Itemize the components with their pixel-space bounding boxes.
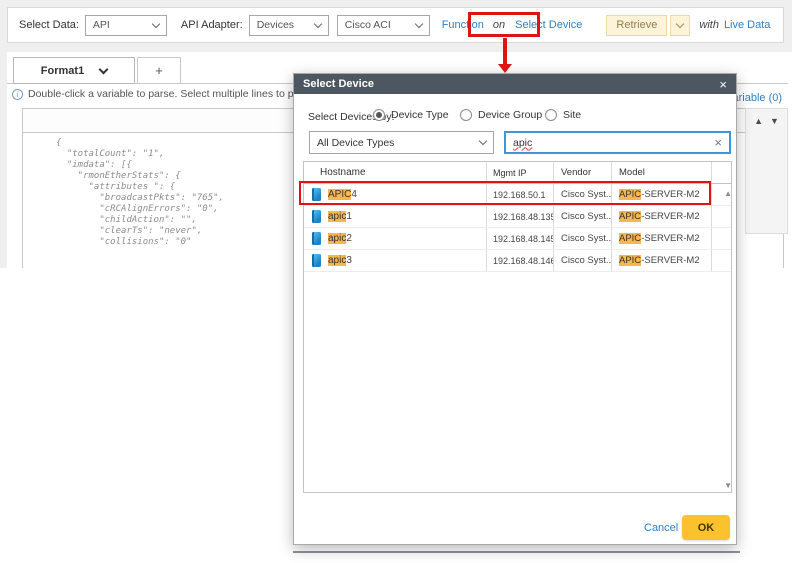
scroll-up-icon[interactable]: ▲	[724, 189, 732, 198]
device-row[interactable]: apic3 192.168.48.146 Cisco Syst... APIC-…	[304, 250, 731, 272]
sort-up-icon[interactable]: ▲	[754, 117, 763, 233]
horizontal-scrollbar-track[interactable]	[293, 551, 740, 553]
column-header-model[interactable]: Model	[612, 162, 712, 183]
select-data-label: Select Data:	[19, 19, 79, 31]
format1-tab-label: Format1	[41, 65, 84, 77]
device-type-filter-dropdown[interactable]: All Device Types	[309, 131, 494, 154]
scroll-down-icon[interactable]: ▼	[724, 481, 732, 490]
annotation-arrow-head-icon	[498, 64, 512, 73]
chevron-down-icon	[152, 19, 160, 27]
model-cell: APIC-SERVER-M2	[612, 206, 712, 227]
mgmt-ip-cell: 192.168.48.146	[487, 250, 554, 271]
hostname-cell: apic2	[328, 233, 352, 244]
radio-device-type-label: Device Type	[391, 109, 449, 121]
model-cell: APIC-SERVER-M2	[612, 250, 712, 271]
chevron-down-icon	[99, 64, 109, 74]
column-header-hostname[interactable]: Hostname	[304, 162, 487, 183]
device-table: Hostname Mgmt IP Vendor Model APIC4 192.…	[303, 161, 732, 493]
tab-format1[interactable]: Format1	[13, 57, 135, 84]
device-type-filter-value: All Device Types	[317, 137, 394, 149]
adapter-value: Devices	[257, 19, 294, 31]
plus-icon: +	[155, 63, 163, 78]
select-data-dropdown[interactable]: API	[85, 15, 167, 36]
sort-down-icon[interactable]: ▼	[770, 117, 779, 233]
vendor-cell: Cisco Syst...	[554, 206, 612, 227]
api-adapter-label: API Adapter:	[181, 19, 243, 31]
radio-unselected-icon	[460, 109, 472, 121]
radio-selected-icon	[373, 109, 385, 121]
column-header-mgmt-ip[interactable]: Mgmt IP	[487, 162, 554, 183]
with-label: with	[699, 19, 719, 31]
annotation-arrow-line	[503, 38, 507, 65]
add-format-tab-button[interactable]: +	[137, 57, 181, 84]
chevron-down-icon	[479, 137, 487, 145]
cancel-button[interactable]: Cancel	[644, 522, 678, 534]
retrieve-options-button[interactable]	[670, 15, 690, 36]
device-search-input[interactable]: apic ×	[504, 131, 731, 154]
select-device-link[interactable]: Select Device	[515, 19, 582, 31]
adapter-dropdown[interactable]: Devices	[249, 15, 329, 36]
hostname-cell: APIC4	[328, 189, 357, 200]
device-table-header: Hostname Mgmt IP Vendor Model	[304, 162, 731, 184]
ok-button[interactable]: OK	[682, 515, 730, 540]
device-icon	[312, 188, 321, 201]
page-background-left-strip	[0, 52, 7, 268]
vendor-cell: Cisco Syst...	[554, 250, 612, 271]
dialog-header: Select Device ×	[294, 74, 736, 94]
radio-device-group[interactable]: Device Group	[460, 109, 542, 121]
live-data-link[interactable]: Live Data	[724, 19, 770, 31]
app-canvas: Select Data: API API Adapter: Devices Ci…	[0, 0, 792, 563]
device-row[interactable]: APIC4 192.168.50.1 Cisco Syst... APIC-SE…	[304, 184, 731, 206]
scrollbar-header-cell	[712, 162, 731, 183]
device-icon	[312, 232, 321, 245]
clear-search-icon[interactable]: ×	[714, 135, 722, 150]
radio-device-group-label: Device Group	[478, 109, 542, 121]
device-icon	[312, 254, 321, 267]
radio-site[interactable]: Site	[545, 109, 581, 121]
variable-side-panel: ▲ ▼	[745, 108, 788, 234]
function-link[interactable]: Function	[442, 19, 484, 31]
vendor-cell: Cisco Syst...	[554, 184, 612, 205]
mgmt-ip-cell: 192.168.50.1	[487, 184, 554, 205]
on-label: on	[493, 19, 505, 31]
retrieve-button[interactable]: Retrieve	[606, 15, 667, 36]
chevron-down-icon	[414, 19, 422, 27]
radio-device-type[interactable]: Device Type	[373, 109, 449, 121]
vendor-cell: Cisco Syst...	[554, 228, 612, 249]
hostname-cell: apic1	[328, 211, 352, 222]
model-cell: APIC-SERVER-M2	[612, 184, 712, 205]
mgmt-ip-cell: 192.168.48.145	[487, 228, 554, 249]
close-icon[interactable]: ×	[719, 78, 727, 91]
mgmt-ip-cell: 192.168.48.135	[487, 206, 554, 227]
model-cell: APIC-SERVER-M2	[612, 228, 712, 249]
radio-site-label: Site	[563, 109, 581, 121]
radio-unselected-icon	[545, 109, 557, 121]
chevron-down-icon	[676, 19, 684, 27]
info-icon: i	[12, 89, 23, 100]
data-source-toolbar: Select Data: API API Adapter: Devices Ci…	[7, 7, 784, 43]
device-row[interactable]: apic1 192.168.48.135 Cisco Syst... APIC-…	[304, 206, 731, 228]
chevron-down-icon	[313, 19, 321, 27]
hostname-cell: apic3	[328, 255, 352, 266]
driver-dropdown[interactable]: Cisco ACI	[337, 15, 430, 36]
dialog-title: Select Device	[303, 78, 374, 90]
driver-value: Cisco ACI	[345, 19, 391, 31]
select-data-value: API	[93, 19, 110, 31]
device-icon	[312, 210, 321, 223]
device-search-value: apic	[513, 137, 532, 149]
select-device-dialog: Select Device × Select Devices by: Devic…	[293, 73, 737, 545]
column-header-vendor[interactable]: Vendor	[554, 162, 612, 183]
device-row[interactable]: apic2 192.168.48.145 Cisco Syst... APIC-…	[304, 228, 731, 250]
